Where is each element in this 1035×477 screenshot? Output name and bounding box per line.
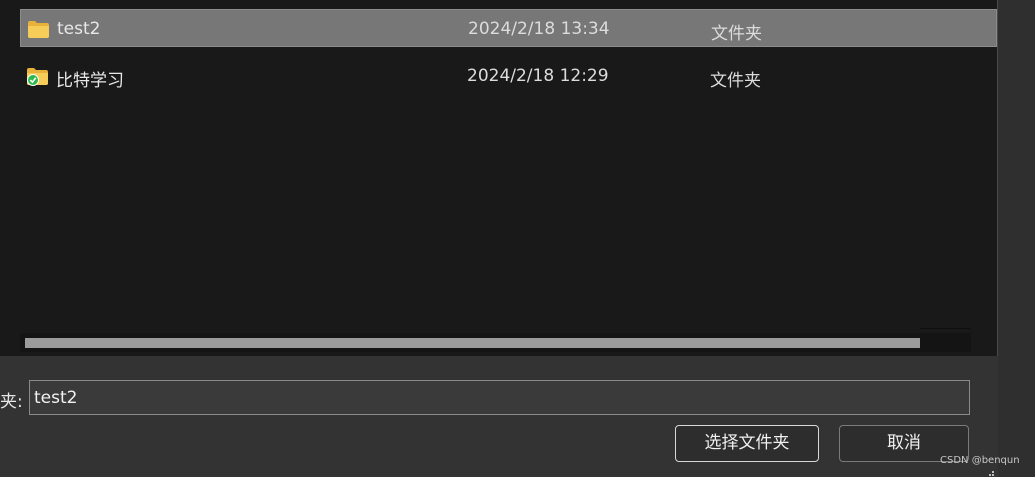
file-row-test2[interactable]: test2 2024/2/18 13:34 文件夹 [20,9,997,47]
file-type: 文件夹 [711,24,762,44]
file-date: 2024/2/18 12:29 [467,66,609,86]
folder-synced-icon [26,67,49,86]
folder-name-input[interactable] [29,380,970,415]
horizontal-scrollbar-thumb[interactable] [25,338,920,348]
folder-label: 夹: [0,392,23,412]
folder-picker-dialog: test2 2024/2/18 13:34 文件夹 比特学习 2024/2/18… [0,0,1035,477]
horizontal-scrollbar[interactable] [20,333,971,352]
file-row-bite-study[interactable]: 比特学习 2024/2/18 12:29 文件夹 [20,57,997,95]
scrollbar-edge [920,328,971,329]
folder-icon [27,20,50,39]
file-type: 文件夹 [710,71,761,91]
file-date: 2024/2/18 13:34 [468,19,610,39]
select-folder-button[interactable]: 选择文件夹 [675,425,819,462]
file-list[interactable]: test2 2024/2/18 13:34 文件夹 比特学习 2024/2/18… [0,0,998,356]
dialog-edge [998,0,1035,477]
watermark: CSDN @benqun [940,455,1020,466]
resize-grip-icon[interactable] [985,465,995,476]
file-name: 比特学习 [56,71,124,91]
file-name: test2 [57,19,101,39]
